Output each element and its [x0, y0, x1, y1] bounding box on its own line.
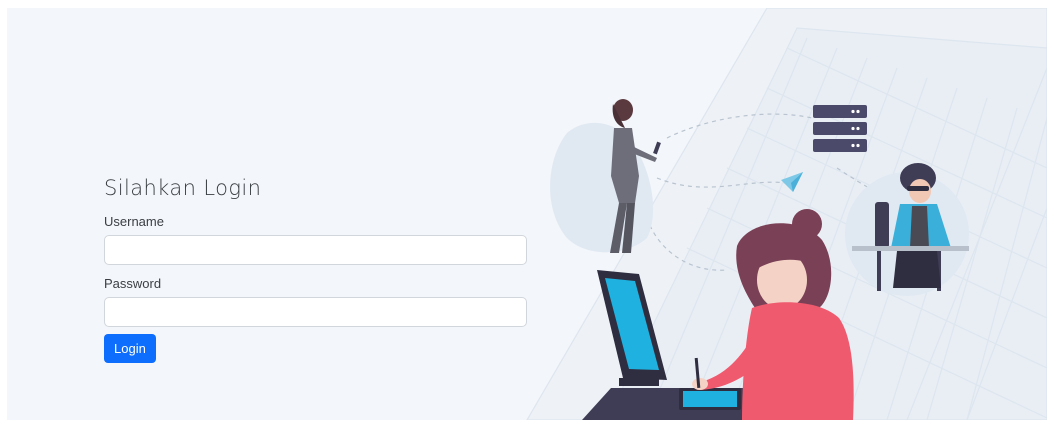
woman-with-phone — [550, 99, 661, 253]
man-with-sunglasses-at-desk — [845, 163, 969, 296]
login-illustration — [550, 99, 969, 420]
paper-plane-icon — [781, 172, 803, 192]
login-card: Silahkan Login Username Password Login — [7, 8, 1047, 420]
server-stack-icon — [813, 105, 867, 152]
